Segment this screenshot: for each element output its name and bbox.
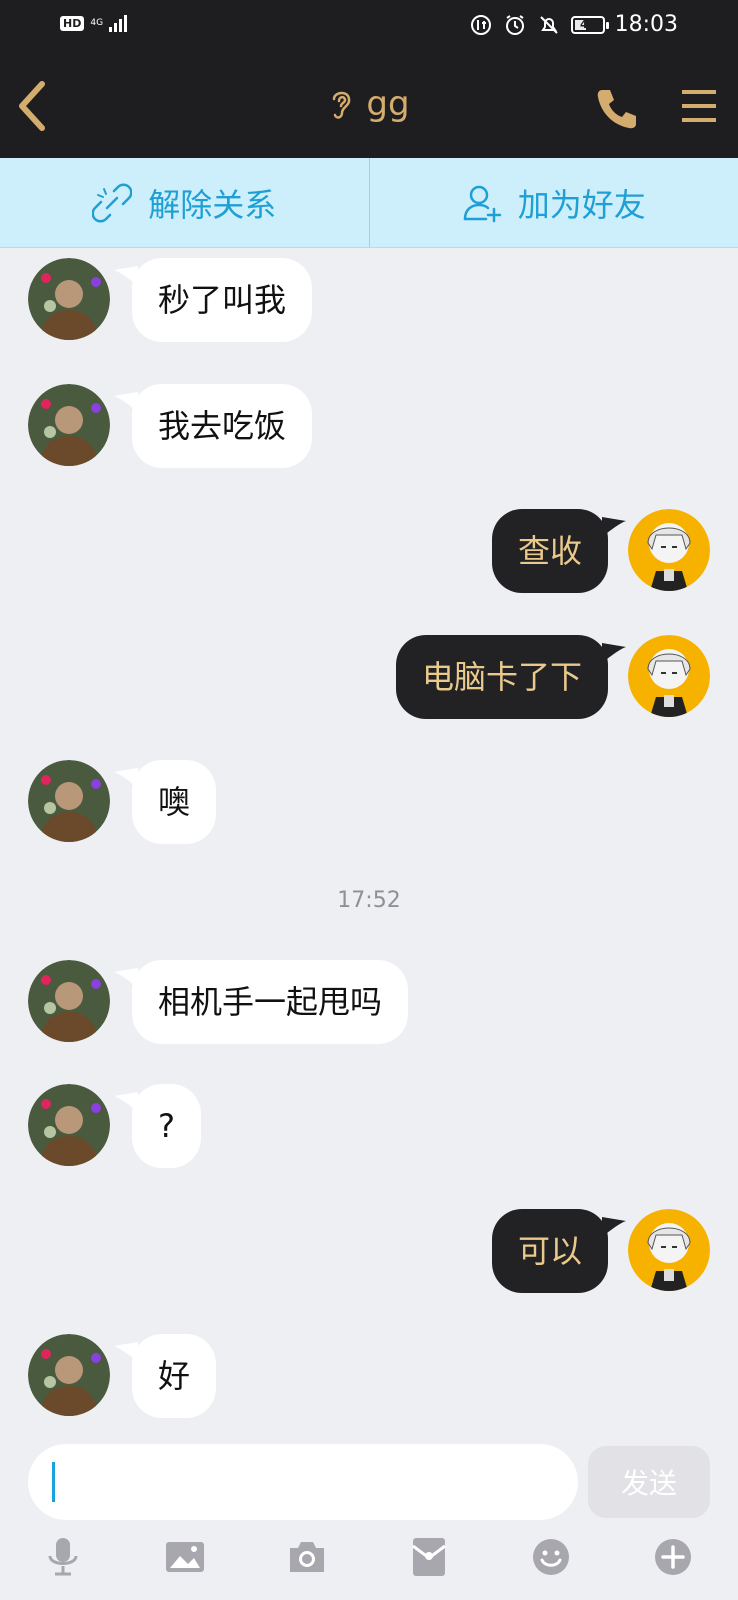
chat-title: gg [366, 84, 410, 124]
message-bubble[interactable]: 相机手一起甩吗 [132, 960, 409, 1044]
message-row: 查收 [0, 509, 738, 593]
my-avatar[interactable] [628, 635, 710, 717]
ear-icon[interactable] [328, 87, 354, 121]
my-avatar[interactable] [628, 509, 710, 591]
message-row: 秒了叫我 [0, 258, 738, 342]
contact-avatar[interactable] [28, 384, 110, 466]
send-button[interactable]: 发送 [588, 1446, 710, 1518]
message-bubble[interactable]: 可以 [491, 1209, 608, 1293]
mute-bell-icon [537, 13, 561, 37]
chat-header: gg [0, 56, 738, 158]
plus-icon[interactable] [652, 1536, 694, 1578]
battery-percent: 41 [579, 18, 596, 31]
message-bubble[interactable]: 秒了叫我 [132, 258, 313, 342]
contact-avatar[interactable] [28, 1084, 110, 1166]
status-bar: HD 4G 41 18:03 [0, 0, 738, 56]
contact-avatar[interactable] [28, 1334, 110, 1416]
signal-icon [109, 14, 128, 32]
message-row: 可以 [0, 1209, 738, 1293]
hd-badge: HD [60, 15, 85, 31]
data-saver-icon [469, 13, 493, 37]
red-packet-icon[interactable] [408, 1536, 450, 1578]
relation-action-bar: 解除关系 加为好友 [0, 158, 738, 248]
add-user-icon [463, 185, 501, 222]
phone-icon[interactable] [594, 86, 640, 132]
contact-avatar[interactable] [28, 760, 110, 842]
message-bubble[interactable]: 好 [132, 1334, 217, 1418]
message-bubble[interactable]: 我去吃饭 [132, 384, 313, 468]
unbind-label: 解除关系 [148, 185, 277, 224]
emoji-icon[interactable] [530, 1536, 572, 1578]
text-caret [52, 1462, 55, 1502]
message-row: 相机手一起甩吗 [0, 960, 738, 1044]
message-bubble[interactable]: 电脑卡了下 [395, 635, 608, 719]
message-bubble[interactable]: ? [132, 1084, 201, 1168]
unbind-button[interactable]: 解除关系 [0, 158, 370, 247]
image-icon[interactable] [164, 1536, 206, 1578]
add-friend-label: 加为好友 [517, 185, 646, 224]
my-avatar[interactable] [628, 1209, 710, 1291]
message-row: 噢 [0, 760, 738, 844]
message-timestamp: 17:52 [337, 888, 401, 913]
add-friend-button[interactable]: 加为好友 [370, 158, 738, 247]
contact-avatar[interactable] [28, 258, 110, 340]
message-row: 好 [0, 1334, 738, 1418]
contact-avatar[interactable] [28, 960, 110, 1042]
message-input[interactable] [28, 1444, 578, 1520]
menu-icon[interactable] [680, 88, 718, 124]
composer: 发送 [0, 1432, 738, 1600]
message-row: 电脑卡了下 [0, 635, 738, 719]
message-row: 我去吃饭 [0, 384, 738, 468]
microphone-icon[interactable] [42, 1536, 84, 1578]
network-type: 4G [90, 17, 104, 28]
unlink-icon [92, 183, 133, 222]
battery-icon: 41 [570, 15, 609, 34]
camera-icon[interactable] [286, 1536, 328, 1578]
message-bubble[interactable]: 查收 [491, 509, 608, 593]
composer-toolbar [0, 1536, 738, 1592]
message-row: ? [0, 1084, 738, 1168]
alarm-icon [503, 13, 527, 37]
message-bubble[interactable]: 噢 [132, 760, 217, 844]
clock: 18:03 [614, 12, 678, 37]
